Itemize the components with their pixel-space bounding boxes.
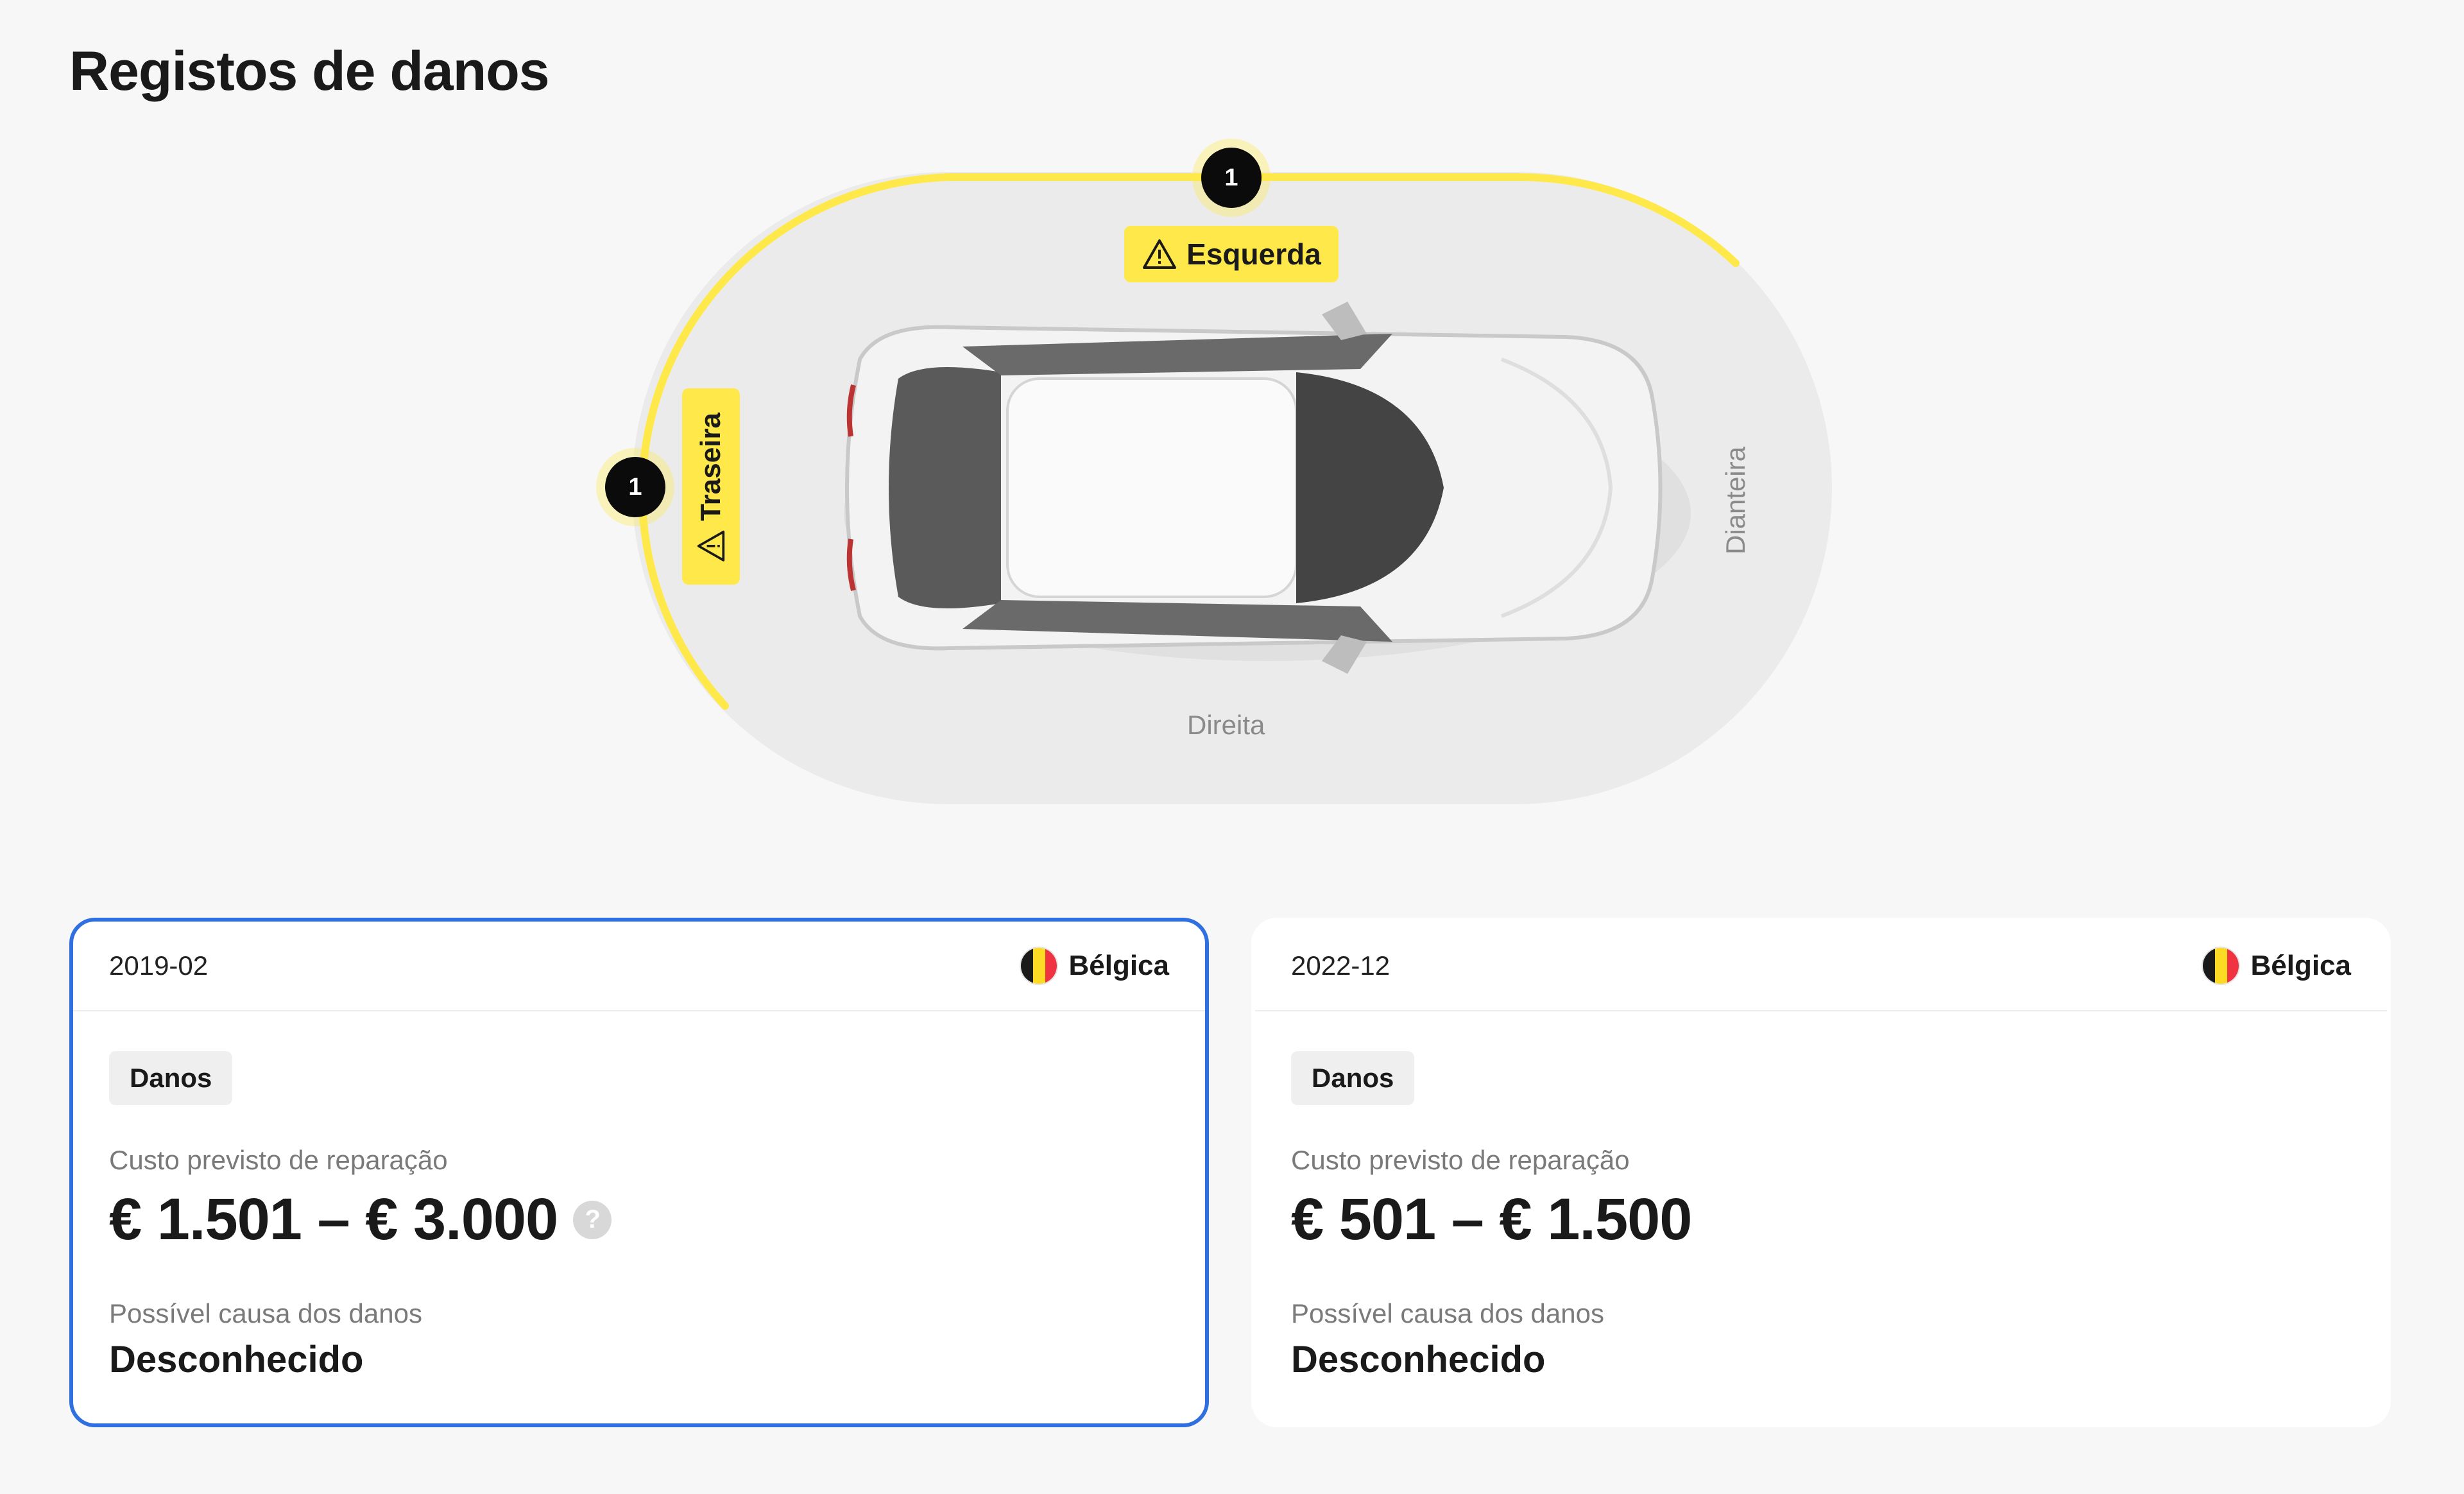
damage-record-card[interactable]: 2022-12 Bélgica Danos Custo previsto de … [1251,918,2391,1427]
damage-tag-left-label: Esquerda [1186,237,1321,271]
repair-cost: € 501 – € 1.500 [1291,1186,2351,1253]
cause-label: Possível causa dos danos [1291,1298,1604,1328]
card-header: 2022-12 Bélgica [1255,922,2387,1011]
cause-value: Desconhecido [109,1339,364,1380]
repair-cost-value: € 1.501 – € 3.000 [109,1187,558,1252]
damage-count-marker-rear[interactable]: 1 [605,457,665,517]
warning-icon [1143,239,1177,269]
record-type-badge: Danos [1291,1051,1415,1105]
record-country: Bélgica [1021,948,1169,984]
repair-cost-value: € 501 – € 1.500 [1291,1187,1692,1252]
cause-label: Possível causa dos danos [109,1298,422,1328]
help-icon[interactable]: ? [573,1200,612,1239]
card-header: 2019-02 Bélgica [73,922,1205,1011]
country-label: Bélgica [1068,950,1169,981]
record-type-badge: Danos [109,1051,233,1105]
belgium-flag-icon [2203,948,2239,984]
country-label: Bélgica [2250,950,2351,981]
damage-record-card[interactable]: 2019-02 Bélgica Danos Custo previsto de … [69,918,1209,1427]
record-date: 2022-12 [1291,950,1390,981]
record-country: Bélgica [2203,948,2351,984]
cause-value: Desconhecido [1291,1339,1546,1380]
damage-tag-rear-label: Traseira [695,412,726,521]
belgium-flag-icon [1021,948,1057,984]
cost-label: Custo previsto de reparação [109,1145,448,1175]
repair-cost: € 1.501 – € 3.000 ? [109,1186,1169,1253]
car-illustration [844,302,1691,674]
warning-icon [697,530,725,562]
damage-tag-rear[interactable]: Traseira [682,388,740,585]
side-label-front: Dianteira [1720,446,1750,555]
damage-tag-left[interactable]: Esquerda [1124,226,1339,282]
car-damage-diagram [632,172,1832,804]
side-label-right: Direita [1187,710,1265,740]
cost-label: Custo previsto de reparação [1291,1145,1630,1175]
damage-count-marker-left[interactable]: 1 [1201,148,1262,208]
record-date: 2019-02 [109,950,209,981]
